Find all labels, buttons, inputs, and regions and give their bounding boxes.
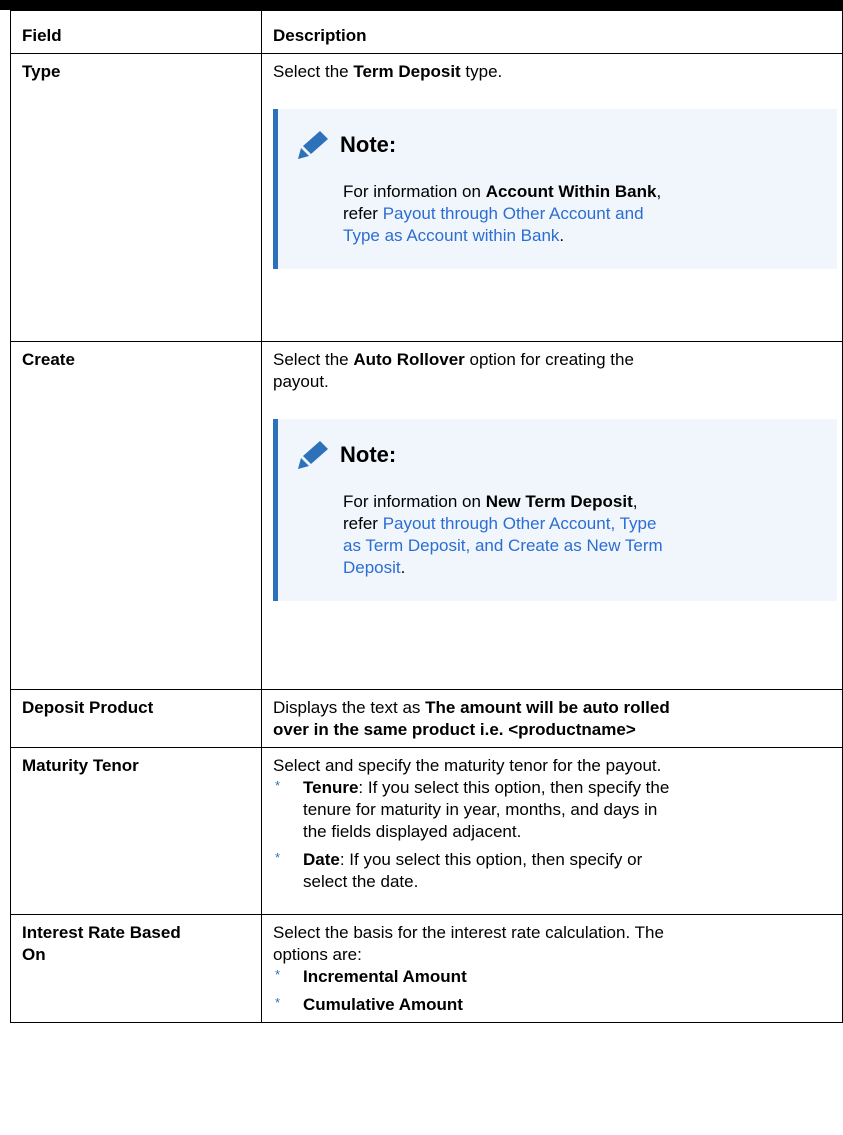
table-row: Create Select the Auto Rollover option f… bbox=[10, 341, 843, 690]
description-cell: Select the Auto Rollover option for crea… bbox=[261, 341, 843, 690]
list-item: * Incremental Amount bbox=[273, 966, 831, 988]
maturity-tenor-description: Select and specify the maturity tenor fo… bbox=[273, 756, 662, 775]
field-cell: Deposit Product bbox=[10, 689, 262, 748]
description-cell: Select the Term Deposit type. Note: For … bbox=[261, 53, 843, 342]
bullet-icon: * bbox=[275, 778, 281, 793]
note-box: Note: For information on New Term Deposi… bbox=[273, 419, 837, 601]
table-row: Type Select the Term Deposit type. Note: bbox=[10, 53, 843, 342]
header-description: Description bbox=[261, 10, 843, 54]
field-name-maturity-tenor: Maturity Tenor bbox=[22, 756, 139, 775]
interest-rate-description: Select the basis for the interest rate c… bbox=[273, 923, 664, 964]
header-field: Field bbox=[10, 10, 262, 54]
field-cell: Create bbox=[10, 341, 262, 690]
bullet-list: * Tenure: If you select this option, then… bbox=[273, 777, 831, 893]
bullet-icon: * bbox=[275, 850, 281, 865]
description-cell: Select the basis for the interest rate c… bbox=[261, 914, 843, 1023]
description-cell: Displays the text as The amount will be … bbox=[261, 689, 843, 748]
note-title: Note: bbox=[340, 442, 397, 467]
field-cell: Maturity Tenor bbox=[10, 747, 262, 915]
field-name-interest-rate: Interest Rate Based On bbox=[22, 923, 181, 964]
create-description: Select the Auto Rollover option for crea… bbox=[273, 350, 634, 391]
note-box: Note: For information on Account Within … bbox=[273, 109, 837, 269]
list-item: * Date: If you select this option, then s… bbox=[273, 849, 831, 893]
note-link[interactable]: Payout through Other Account, Type as Ter… bbox=[343, 514, 663, 577]
table-header-row: Field Description bbox=[10, 10, 843, 54]
field-cell: Interest Rate Based On bbox=[10, 914, 262, 1023]
note-link[interactable]: Payout through Other Account and Type as … bbox=[343, 204, 644, 245]
top-rule bbox=[0, 0, 843, 10]
bullet-icon: * bbox=[275, 995, 281, 1010]
note-title: Note: bbox=[340, 132, 397, 157]
note-body: For information on New Term Deposit, ref… bbox=[343, 492, 663, 577]
pencil-icon bbox=[295, 129, 331, 161]
table-row: Deposit Product Displays the text as The… bbox=[10, 689, 843, 748]
note-body: For information on Account Within Bank, … bbox=[343, 182, 662, 245]
type-description: Select the Term Deposit type. bbox=[273, 62, 503, 81]
field-name-create: Create bbox=[22, 350, 75, 369]
list-item: * Tenure: If you select this option, then… bbox=[273, 777, 831, 843]
field-description-table: Field Description Type Select the Term D… bbox=[10, 10, 843, 1023]
field-cell: Type bbox=[10, 53, 262, 342]
description-cell: Select and specify the maturity tenor fo… bbox=[261, 747, 843, 915]
table-row: Interest Rate Based On Select the basis f… bbox=[10, 914, 843, 1023]
field-name-deposit-product: Deposit Product bbox=[22, 698, 154, 717]
bullet-list: * Incremental Amount * Cumulative Amount bbox=[273, 966, 831, 1016]
bullet-icon: * bbox=[275, 967, 281, 982]
deposit-product-description: Displays the text as The amount will be … bbox=[273, 698, 670, 739]
pencil-icon bbox=[295, 439, 331, 471]
table-row: Maturity Tenor Select and specify the ma… bbox=[10, 747, 843, 915]
field-name-type: Type bbox=[22, 62, 61, 81]
list-item: * Cumulative Amount bbox=[273, 994, 831, 1016]
